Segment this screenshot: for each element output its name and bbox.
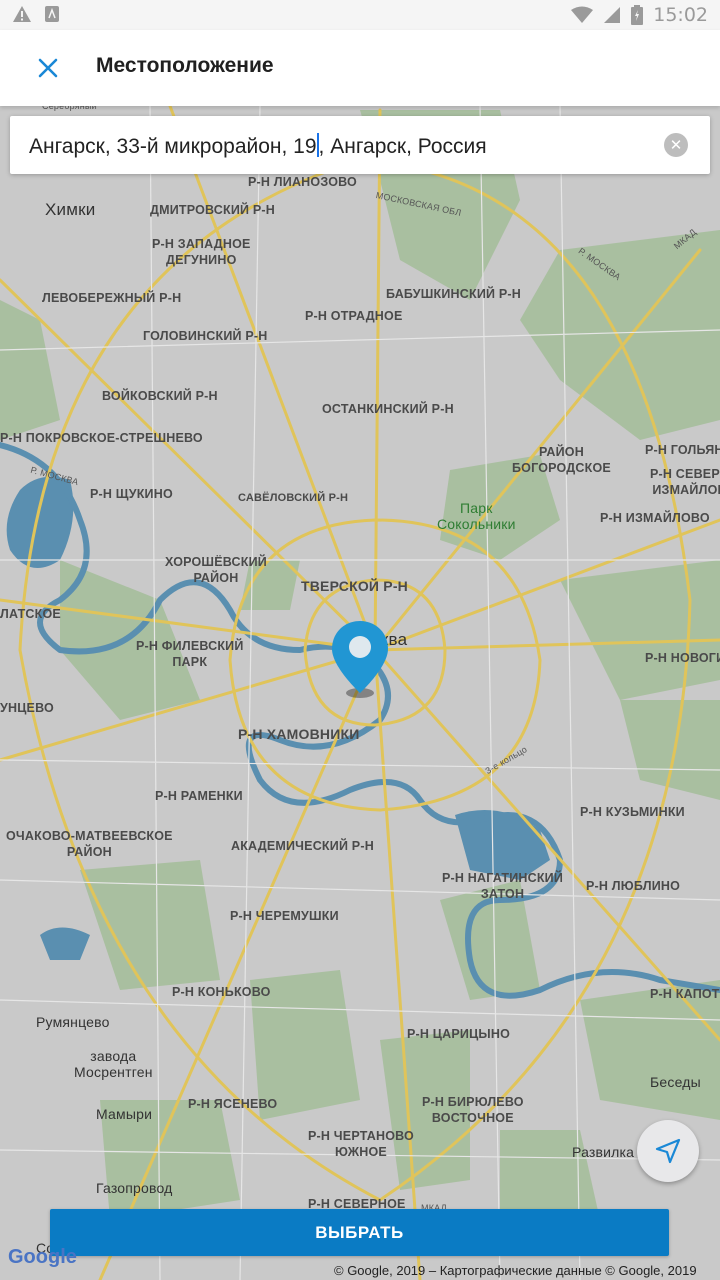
map-label-khoroshevsky: ХОРОШЁВСКИЙ РАЙОН [165, 555, 267, 585]
map-label-dmitrovsky: ДМИТРОВСКИЙ Р-Н [150, 203, 276, 217]
map-label-kuzminki: Р-Н КУЗЬМИНКИ [580, 805, 685, 819]
map-label-serebryanyi: Серебряный [42, 106, 97, 111]
map-label-ostankinsky: ОСТАНКИНСКИЙ Р-Н [322, 402, 454, 416]
map-label-chertanovo: Р-Н ЧЕРТАНОВО ЮЖНОЕ [308, 1129, 414, 1159]
address-search-input[interactable]: Ангарск, 33-й микрорайон, 19, Ангарск, Р… [10, 116, 710, 174]
map-label-bogorodskoe: РАЙОН БОГОРОДСКОЕ [512, 445, 611, 475]
map-label-rumyantsevo: Румянцево [36, 1014, 110, 1030]
map-label-levoberezhny: ЛЕВОБЕРЕЖНЫЙ Р-Н [42, 291, 182, 305]
status-time: 15:02 [653, 4, 708, 26]
map-label-babushkinsky: БАБУШКИНСКИЙ Р-Н [386, 287, 522, 301]
map-label-savelovsky: САВЁЛОВСКИЙ Р-Н [238, 492, 349, 504]
map-label-park-sokolniki: Парк Сокольники [437, 500, 516, 532]
close-icon [38, 58, 58, 78]
map-label-filevsky: Р-Н ФИЛЕВСКИЙ ПАРК [136, 639, 244, 669]
map-label-pokrovskoe: Р-Н ПОКРОВСКОЕ-СТРЕШНЕВО [0, 431, 203, 445]
map-label-gazoprovod: Газопровод [96, 1180, 173, 1196]
select-button[interactable]: ВЫБРАТЬ [50, 1209, 669, 1256]
map-label-khamovniki: Р-Н ХАМОВНИКИ [238, 726, 360, 742]
signal-icon [604, 7, 621, 23]
map-label-kapotnya: Р-Н КАПОТ [650, 987, 720, 1001]
map-label-izmaylovo: Р-Н ИЗМАЙЛОВО [600, 511, 710, 525]
navigation-arrow-icon [655, 1138, 681, 1164]
map-label-golovinsky: ГОЛОВИНСКИЙ Р-Н [143, 329, 268, 343]
status-bar: 15:02 [0, 0, 720, 30]
close-button[interactable] [28, 50, 68, 86]
map-label-tsaritsyno: Р-Н ЦАРИЦЫНО [407, 1027, 510, 1041]
map-label-krylatskoe: ЛАТСКОЕ [0, 607, 61, 621]
map-label-khimki: Химки [45, 200, 96, 219]
map-label-nagatinsky: Р-Н НАГАТИНСКИЙ ЗАТОН [442, 871, 564, 901]
my-location-button[interactable] [637, 1120, 699, 1182]
map-label-cheremushki: Р-Н ЧЕРЕМУШКИ [230, 909, 339, 923]
map-label-razvilka: Развилка [572, 1144, 635, 1160]
wifi-icon [571, 6, 594, 23]
map-label-lyublino: Р-Н ЛЮБЛИНО [586, 879, 681, 893]
map-label-sevizmaylovo: Р-Н СЕВЕРН ИЗМАЙЛОВ [650, 467, 720, 497]
map-label-yasenevo: Р-Н ЯСЕНЕВО [188, 1097, 278, 1111]
page-title: Местоположение [96, 54, 274, 77]
map-label-besedy: Беседы [650, 1074, 701, 1090]
map-label-golyanovo: Р-Н ГОЛЬЯНО [645, 443, 720, 457]
google-logo: Google [8, 1246, 77, 1268]
map-label-biryulevo: Р-Н БИРЮЛЕВО ВОСТОЧНОЕ [422, 1095, 524, 1125]
map-label-ramenki: Р-Н РАМЕНКИ [155, 789, 243, 803]
map-label-zavod: завода Мосрентген [74, 1048, 153, 1080]
warning-icon [13, 6, 31, 22]
map-label-ochakovo: ОЧАКОВО-МАТВЕЕВСКОЕ РАЙОН [6, 829, 173, 859]
clear-icon[interactable]: ✕ [664, 133, 688, 157]
map-label-voykovsky: ВОЙКОВСКИЙ Р-Н [102, 389, 218, 403]
app-bar: Местоположение [0, 30, 720, 106]
map-label-akademichesky: АКАДЕМИЧЕСКИЙ Р-Н [231, 839, 374, 853]
map-label-tverskoy: ТВЕРСКОЙ Р-Н [301, 578, 408, 594]
map-label-lianozovo: Р-Н ЛИАНОЗОВО [248, 175, 357, 189]
map-label-schukino: Р-Н ЩУКИНО [90, 487, 173, 501]
map-label-otradnoe: Р-Н ОТРАДНОЕ [305, 309, 403, 323]
address-text[interactable]: Ангарск, 33-й микрорайон, 19, Ангарск, Р… [29, 133, 487, 159]
map-label-mamyri: Мамыри [96, 1106, 153, 1122]
map-label-zapdegunino: Р-Н ЗАПАДНОЕ ДЕГУНИНО [152, 237, 251, 267]
battery-icon [631, 5, 644, 25]
map-attribution[interactable]: © Google, 2019 – Картографические данные… [334, 1263, 697, 1278]
notification-icon [45, 6, 59, 22]
map-label-konkovo: Р-Н КОНЬКОВО [172, 985, 271, 999]
map-label-novogireevo: Р-Н НОВОГИ [645, 651, 720, 665]
map-label-kuntsevo: УНЦЕВО [0, 701, 54, 715]
location-pin-icon[interactable] [328, 619, 392, 703]
